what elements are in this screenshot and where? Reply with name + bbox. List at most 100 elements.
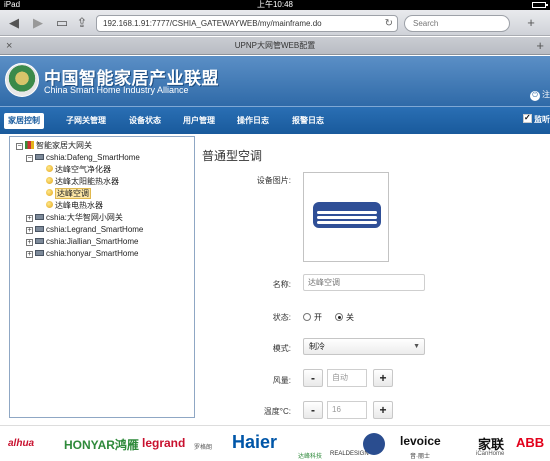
realdesign-logo: REALDESIGN xyxy=(330,451,369,457)
bookmarks-icon[interactable]: ▭ xyxy=(54,15,70,31)
url-bar[interactable]: 192.168.1.91:7777/CSHIA_GATEWAYWEB/my/ma… xyxy=(96,15,398,32)
tree-gateway[interactable]: + cshia:大华智网小网关 xyxy=(26,212,123,223)
expand-icon[interactable]: + xyxy=(26,227,33,234)
status-on-radio[interactable]: 开 xyxy=(303,312,322,323)
mode-value: 制冷 xyxy=(309,342,325,351)
tree-gateway[interactable]: + cshia:Legrand_SmartHome xyxy=(26,224,143,235)
panel-title: 普通型空调 xyxy=(202,149,263,163)
url-text: 192.168.1.91:7777/CSHIA_GATEWAYWEB/my/ma… xyxy=(103,19,322,28)
nav-subgateway[interactable]: 子网关管理 xyxy=(66,113,106,129)
expand-icon[interactable]: + xyxy=(26,251,33,258)
status-off-label: 关 xyxy=(346,313,354,322)
clock: 上午10:48 xyxy=(256,0,294,9)
alliance-logo xyxy=(5,63,39,97)
gateway-label: cshia:Dafeng_SmartHome xyxy=(46,153,140,162)
device-icon xyxy=(46,165,53,172)
gateway-icon xyxy=(35,250,44,256)
device-label: 达峰太阳能热水器 xyxy=(55,177,119,186)
fan-decrease-button[interactable]: - xyxy=(303,369,323,387)
device-label: 达峰空气净化器 xyxy=(55,165,111,174)
gateway-label: cshia:honyar_SmartHome xyxy=(46,249,139,258)
monitor-label: 监听 xyxy=(534,115,550,124)
new-tab-icon[interactable]: + xyxy=(523,15,539,31)
status-label: 状态: xyxy=(272,313,291,322)
device-tree: − 智能家居大网关 − cshia:Dafeng_SmartHome 达峰空气净化器… xyxy=(9,136,195,418)
device-label: 达峰空调 xyxy=(55,188,91,199)
gateway-icon xyxy=(35,226,44,232)
tree-root[interactable]: − 智能家居大网关 xyxy=(16,140,92,151)
gateway-label: cshia:大华智网小网关 xyxy=(46,213,123,222)
tree-device-selected[interactable]: 达峰空调 xyxy=(46,188,91,199)
tab-title[interactable]: UPNP大网管WEB配置 xyxy=(0,37,550,55)
radio-checked-icon xyxy=(335,313,343,321)
logout-button[interactable]: ⏻ 注 xyxy=(530,89,550,101)
nav-home-control[interactable]: 家居控制 xyxy=(4,113,44,129)
site-subtitle: China Smart Home Industry Alliance xyxy=(44,85,189,95)
device-icon xyxy=(46,201,53,208)
device-image xyxy=(303,172,389,262)
tab-bar: × UPNP大网管WEB配置 + xyxy=(0,37,550,55)
gateway-icon xyxy=(35,238,44,244)
air-conditioner-icon xyxy=(313,202,381,228)
legrand-logo: legrand xyxy=(142,436,186,450)
chevron-down-icon: ▼ xyxy=(413,343,420,350)
monitor-toggle[interactable]: 监听 xyxy=(523,113,550,125)
device-name-field[interactable] xyxy=(303,274,425,291)
tree-gateway[interactable]: − cshia:Dafeng_SmartHome xyxy=(26,152,140,163)
collapse-icon[interactable]: − xyxy=(26,155,33,162)
network-icon xyxy=(25,141,34,149)
name-label: 名称: xyxy=(272,280,291,289)
dafeng-logo: 达峰科技 xyxy=(298,454,323,460)
temperature-increase-button[interactable]: + xyxy=(373,401,393,419)
device-icon xyxy=(46,189,53,196)
share-icon[interactable]: ⇪ xyxy=(74,15,90,31)
fan-label: 风量: xyxy=(272,376,291,385)
nav-alarm-log[interactable]: 报警日志 xyxy=(292,113,324,129)
gateway-icon xyxy=(35,214,44,220)
forward-icon[interactable]: ▶ xyxy=(30,15,46,31)
battery-icon xyxy=(532,2,548,8)
jialian-en-logo: iCanHome xyxy=(476,451,505,457)
back-icon[interactable]: ◀ xyxy=(6,15,22,31)
tree-device[interactable]: 达峰空气净化器 xyxy=(46,164,111,175)
browser-toolbar: ◀ ▶ ▭ ⇪ 192.168.1.91:7777/CSHIA_GATEWAYW… xyxy=(0,10,550,36)
nav-device-status[interactable]: 设备状态 xyxy=(129,113,161,129)
tree-device[interactable]: 达峰电热水器 xyxy=(46,200,103,211)
radio-icon xyxy=(303,313,311,321)
tree-gateway[interactable]: + cshia:Jiallian_SmartHome xyxy=(26,236,138,247)
brand-seal-icon xyxy=(363,433,385,455)
tree-device[interactable]: 达峰太阳能热水器 xyxy=(46,176,119,187)
abb-logo: ABB xyxy=(516,435,545,450)
mode-select[interactable]: 制冷 ▼ xyxy=(303,338,425,355)
status-on-label: 开 xyxy=(314,313,322,322)
dahua-logo: alhua xyxy=(8,438,35,449)
levoice-logo: levoice xyxy=(400,434,441,448)
temperature-decrease-button[interactable]: - xyxy=(303,401,323,419)
temperature-label: 温度°C: xyxy=(263,407,291,416)
image-label: 设备图片: xyxy=(256,176,291,185)
search-input[interactable] xyxy=(404,15,510,32)
device-label: 达峰电热水器 xyxy=(55,201,103,210)
add-tab-icon[interactable]: + xyxy=(536,37,544,55)
monitor-checkbox[interactable] xyxy=(523,113,532,123)
honyar-logo: HONYAR鸿雁 xyxy=(64,438,139,452)
device-panel: 普通型空调 设备图片: 名称: 状态: 开 关 模式: 制冷 ▼ 风量: - 自… xyxy=(199,136,550,425)
reload-icon[interactable]: ↻ xyxy=(385,16,393,31)
collapse-icon[interactable]: − xyxy=(16,143,23,150)
expand-icon[interactable]: + xyxy=(26,239,33,246)
nav-user-management[interactable]: 用户管理 xyxy=(183,113,215,129)
tree-gateway[interactable]: + cshia:honyar_SmartHome xyxy=(26,248,138,259)
nav-operation-log[interactable]: 操作日志 xyxy=(237,113,269,129)
site-header: 中国智能家居产业联盟 China Smart Home Industry All… xyxy=(0,56,550,106)
main-nav: 家居控制 子网关管理 设备状态 用户管理 操作日志 报警日志 监听 xyxy=(0,106,550,134)
fan-increase-button[interactable]: + xyxy=(373,369,393,387)
legrand-cn-logo: 罗格朗 xyxy=(194,445,213,451)
gateway-label: cshia:Jiallian_SmartHome xyxy=(46,237,139,246)
status-off-radio[interactable]: 关 xyxy=(335,312,354,323)
temperature-value: 16 xyxy=(327,401,367,419)
gateway-icon xyxy=(35,154,44,160)
haier-logo: Haier xyxy=(232,432,278,452)
fan-value: 自动 xyxy=(327,369,367,387)
expand-icon[interactable]: + xyxy=(26,215,33,222)
tree-root-label: 智能家居大网关 xyxy=(36,141,92,150)
